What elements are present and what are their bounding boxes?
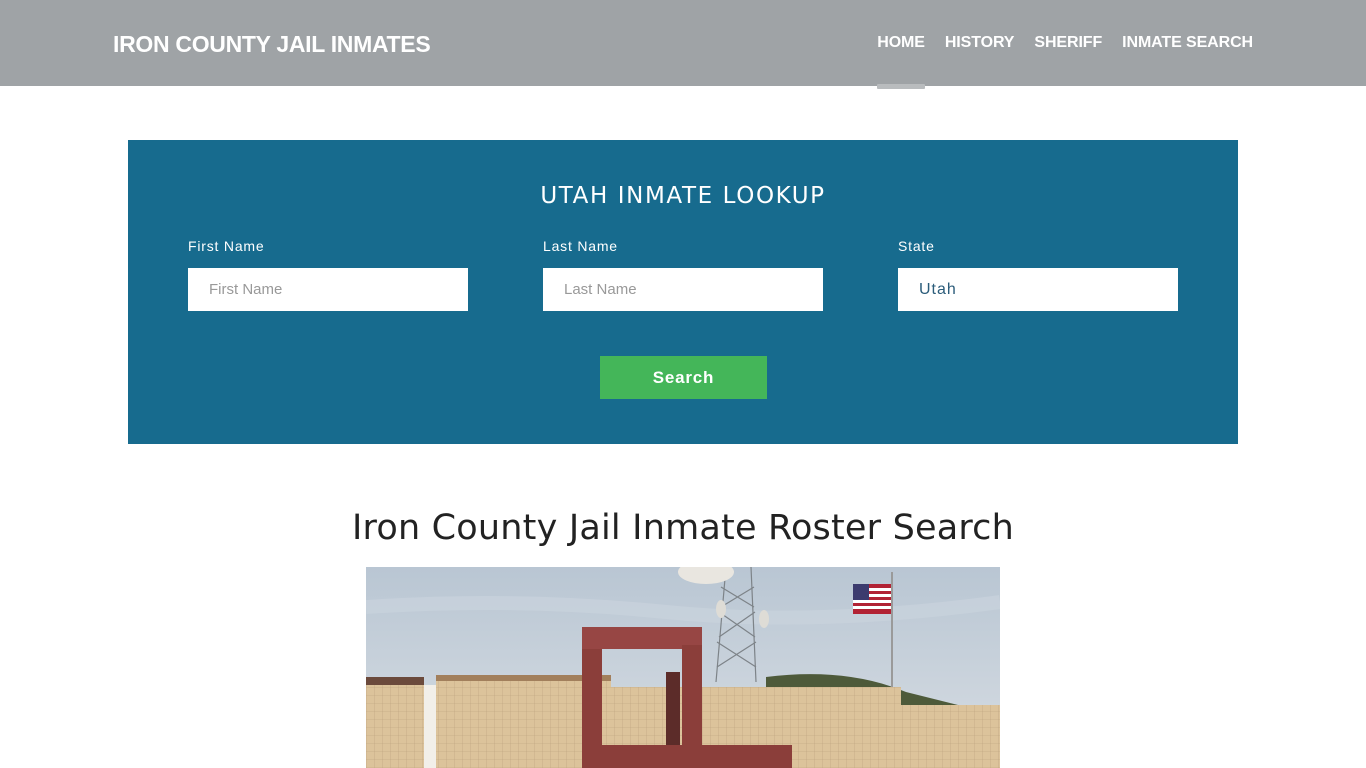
site-header: IRON COUNTY JAIL INMATES HOME HISTORY SH… [0,0,1366,89]
jail-building-photo [366,567,1000,768]
page-title: Iron County Jail Inmate Roster Search [351,508,1015,548]
last-name-input[interactable] [543,268,823,311]
first-name-input[interactable] [188,268,468,311]
first-name-group: First Name [188,238,468,311]
nav-sheriff[interactable]: SHERIFF [1034,0,1102,86]
state-group: State Utah [898,238,1178,311]
nav-history[interactable]: HISTORY [945,0,1015,86]
state-select[interactable]: Utah [898,268,1178,311]
nav-inmate-search[interactable]: INMATE SEARCH [1122,0,1253,86]
first-name-label: First Name [188,238,265,254]
nav-home[interactable]: HOME [877,0,925,89]
last-name-group: Last Name [543,238,823,311]
state-label: State [898,238,935,254]
search-button[interactable]: Search [600,356,767,399]
site-brand-link[interactable]: IRON COUNTY JAIL INMATES [113,30,431,58]
lookup-title: UTAH INMATE LOOKUP [540,183,826,209]
inmate-lookup-form: UTAH INMATE LOOKUP First Name Last Name … [128,140,1238,444]
main-nav: HOME HISTORY SHERIFF INMATE SEARCH [857,0,1253,89]
last-name-label: Last Name [543,238,618,254]
